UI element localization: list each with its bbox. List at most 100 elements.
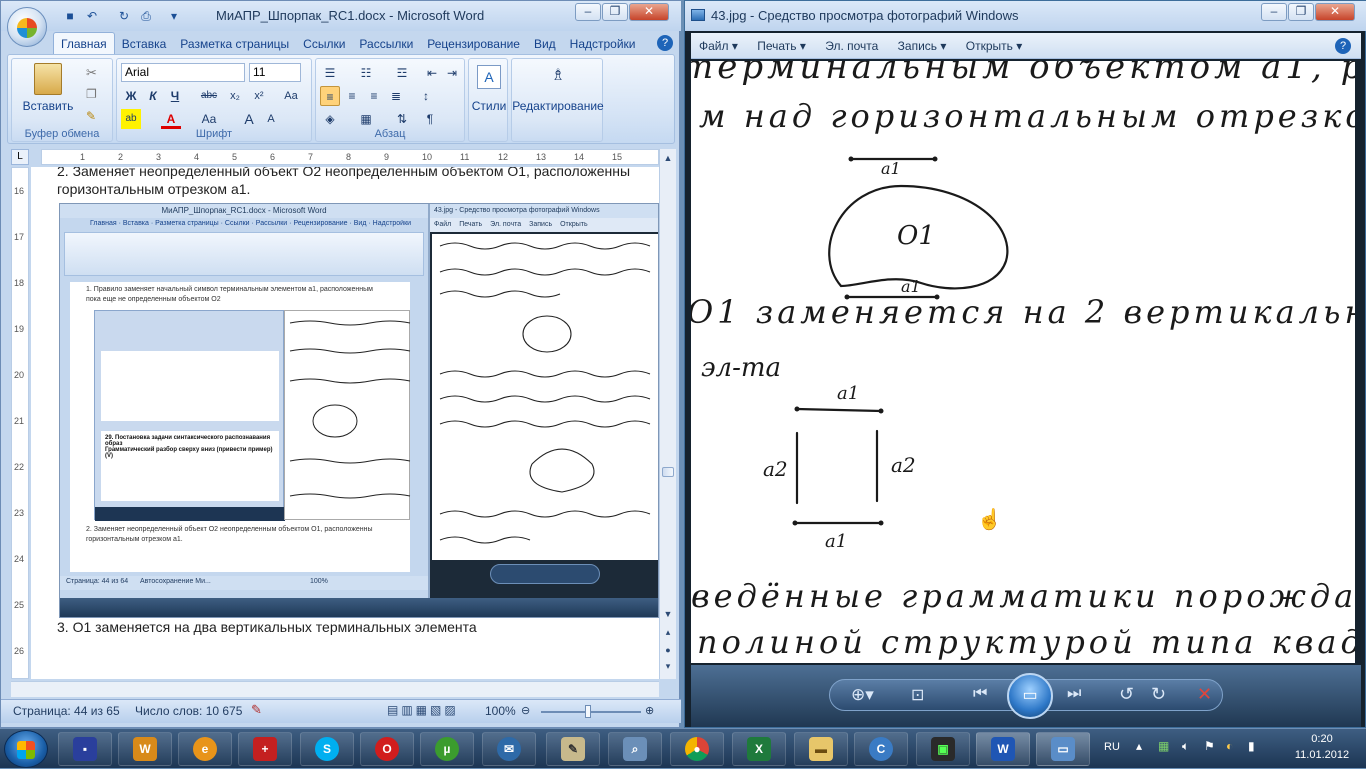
viewer-minimize-button[interactable]: –: [1261, 3, 1287, 21]
taskbar-save-app[interactable]: ▪: [58, 732, 112, 766]
language-indicator[interactable]: RU: [1104, 741, 1120, 753]
help-icon[interactable]: ?: [657, 35, 673, 51]
proofing-icon[interactable]: ✎: [251, 702, 262, 718]
underline-icon[interactable]: Ч: [165, 86, 185, 106]
paste-icon[interactable]: [34, 63, 62, 95]
photo-canvas[interactable]: терминальным объектом a1, располож м над…: [691, 61, 1355, 663]
taskbar-cobian-app[interactable]: C: [854, 732, 908, 766]
zoom-in-icon[interactable]: ⊕: [645, 704, 654, 717]
zoom-icon[interactable]: ⊕▾: [851, 685, 874, 705]
taskbar-plus-app[interactable]: +: [238, 732, 292, 766]
bold-icon[interactable]: Ж: [121, 86, 141, 106]
clock-date[interactable]: 11.01.2012: [1292, 749, 1352, 761]
view-buttons[interactable]: ▤▥▦▧▨: [387, 703, 459, 717]
copy-icon[interactable]: ❐: [86, 87, 97, 101]
multilevel-list-icon[interactable]: ☲: [392, 63, 412, 83]
tab-references[interactable]: Ссылки: [296, 33, 352, 55]
font-size-combo[interactable]: 11: [249, 63, 301, 82]
taskbar-utorrent-app[interactable]: µ: [420, 732, 474, 766]
shading-icon[interactable]: ◈: [320, 109, 340, 129]
office-button[interactable]: [7, 7, 47, 47]
clock-time[interactable]: 0:20: [1292, 733, 1352, 745]
tab-view[interactable]: Вид: [527, 33, 563, 55]
taskbar-photo-viewer-app[interactable]: ▭: [1036, 732, 1090, 766]
word-minimize-button[interactable]: –: [575, 3, 601, 21]
status-words[interactable]: Число слов: 10 675: [135, 704, 242, 718]
viewer-close-button[interactable]: ✕: [1315, 3, 1355, 21]
tab-addins[interactable]: Надстройки: [563, 33, 643, 55]
taskbar-ie-app[interactable]: e: [178, 732, 232, 766]
start-button[interactable]: [4, 730, 48, 768]
cut-icon[interactable]: ✂: [86, 65, 97, 81]
next-page-icon[interactable]: ▾: [662, 661, 674, 673]
tab-page-layout[interactable]: Разметка страницы: [173, 33, 296, 55]
zoom-slider-track[interactable]: [541, 711, 641, 713]
align-left-icon[interactable]: ≡: [320, 86, 340, 106]
redo-icon[interactable]: ↻: [115, 8, 133, 24]
previous-icon[interactable]: ⏮: [973, 685, 987, 703]
tray-flag-icon[interactable]: ⚑: [1204, 739, 1215, 753]
zoom-level[interactable]: 100%: [485, 704, 516, 718]
slideshow-button[interactable]: ▭: [1007, 673, 1053, 719]
taskbar-thunderbird-app[interactable]: ✉: [482, 732, 536, 766]
editing-button[interactable]: Редактирование: [512, 99, 604, 113]
taskbar-winamp-app[interactable]: W: [118, 732, 172, 766]
shrink-font-icon[interactable]: A: [261, 109, 281, 129]
rotate-ccw-icon[interactable]: ↺: [1119, 684, 1134, 705]
browse-object-icon[interactable]: ●: [662, 645, 674, 657]
zoom-slider-thumb[interactable]: [585, 705, 591, 718]
taskbar-opera-app[interactable]: O: [360, 732, 414, 766]
styles-icon[interactable]: A: [477, 65, 501, 89]
tab-review[interactable]: Рецензирование: [420, 33, 527, 55]
prev-page-icon[interactable]: ▴: [662, 627, 674, 639]
line-spacing-icon[interactable]: ↕: [416, 86, 436, 106]
format-painter-icon[interactable]: ✎: [86, 109, 96, 123]
grow-font-icon[interactable]: A: [239, 109, 259, 129]
align-center-icon[interactable]: ≡: [342, 86, 362, 106]
tray-expand-icon[interactable]: ▴: [1136, 739, 1142, 753]
font-name-combo[interactable]: Arial: [121, 63, 245, 82]
vertical-scrollbar[interactable]: ▲ ▼ ▴ ● ▾: [659, 149, 676, 679]
zoom-out-icon[interactable]: ⊖: [521, 704, 530, 717]
scroll-down-icon[interactable]: ▼: [662, 609, 674, 621]
taskbar-notepad-app[interactable]: ✎: [546, 732, 600, 766]
tab-home[interactable]: Главная: [53, 32, 115, 54]
bullets-icon[interactable]: ☰: [320, 63, 340, 83]
menu-open[interactable]: Открыть ▾: [958, 33, 1031, 59]
tab-selector[interactable]: L: [11, 149, 29, 165]
align-right-icon[interactable]: ≡: [364, 86, 384, 106]
numbering-icon[interactable]: ☷: [356, 63, 376, 83]
decrease-indent-icon[interactable]: ⇤: [422, 63, 442, 83]
next-icon[interactable]: ⏭: [1067, 685, 1081, 703]
font-color-icon[interactable]: A: [161, 109, 181, 129]
customize-qat-icon[interactable]: ▾: [165, 8, 183, 24]
borders-icon[interactable]: ▦: [356, 109, 376, 129]
taskbar-excel-app[interactable]: X: [732, 732, 786, 766]
taskbar-chrome-app[interactable]: ●: [670, 732, 724, 766]
menu-print[interactable]: Печать ▾: [749, 33, 814, 59]
tray-volume-icon[interactable]: 🔈︎: [1182, 739, 1189, 754]
font-size-aa-icon[interactable]: Aa: [199, 109, 219, 129]
tray-app-icon[interactable]: ◐: [1226, 739, 1233, 753]
styles-button[interactable]: Стили: [469, 99, 509, 113]
menu-email[interactable]: Эл. почта: [817, 33, 886, 59]
actual-size-icon[interactable]: ⊡: [911, 685, 924, 705]
taskbar-explorer-app[interactable]: ▬: [794, 732, 848, 766]
status-page[interactable]: Страница: 44 из 65: [13, 704, 120, 718]
scroll-up-icon[interactable]: ▲: [662, 153, 674, 165]
undo-icon[interactable]: ↶: [83, 8, 101, 24]
horizontal-ruler[interactable]: 1 2 3 4 5 6 7 8 9 10 11 12 13 14 15: [41, 149, 659, 165]
italic-icon[interactable]: К: [143, 86, 163, 106]
binoculars-icon[interactable]: ♗: [546, 65, 570, 89]
taskbar-terminal-app[interactable]: ▣: [916, 732, 970, 766]
strikethrough-icon[interactable]: abc: [199, 86, 219, 106]
taskbar-word-app[interactable]: W: [976, 732, 1030, 766]
menu-file[interactable]: Файл ▾: [691, 33, 746, 59]
viewer-maximize-button[interactable]: ❐: [1288, 3, 1314, 21]
subscript-icon[interactable]: x₂: [225, 86, 245, 106]
horizontal-scrollbar[interactable]: [11, 681, 659, 697]
scroll-thumb[interactable]: [662, 467, 674, 477]
menu-burn[interactable]: Запись ▾: [890, 33, 955, 59]
change-case-icon[interactable]: Aa: [281, 86, 301, 106]
show-marks-icon[interactable]: ¶: [420, 109, 440, 129]
